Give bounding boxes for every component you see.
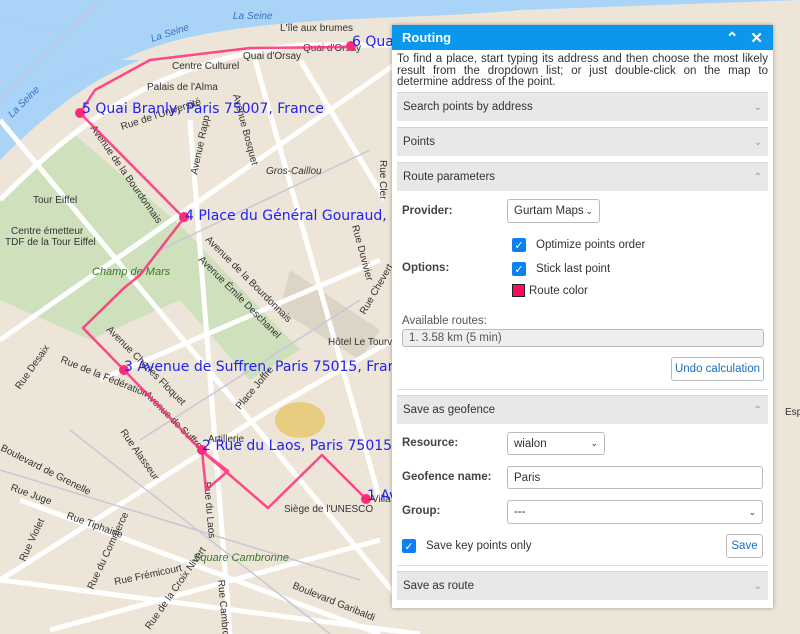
section-save-as-route[interactable]: Save as route ⌄ <box>397 571 768 600</box>
undo-calculation-button[interactable]: Undo calculation <box>671 357 764 381</box>
group-label: Group: <box>402 505 441 517</box>
section-save-as-geofence[interactable]: Save as geofence ⌃ <box>397 395 768 424</box>
save-key-points-checkbox[interactable]: ✓ Save key points only <box>402 539 531 553</box>
checkbox-label: Save key points only <box>426 540 532 552</box>
available-route-item[interactable]: 1. 3.58 km (5 min) <box>402 329 764 347</box>
map-label: Palais de l'Alma <box>147 82 218 93</box>
section-label: Search points by address <box>403 101 533 113</box>
route-color-picker[interactable]: Route color <box>512 284 588 297</box>
stick-last-point-checkbox[interactable]: ✓ Stick last point <box>512 262 610 276</box>
optimize-points-checkbox[interactable]: ✓ Optimize points order <box>512 238 645 252</box>
section-points[interactable]: Points ⌄ <box>397 127 768 156</box>
color-swatch[interactable] <box>512 284 525 297</box>
section-route-parameters[interactable]: Route parameters ⌃ <box>397 162 768 191</box>
chevron-up-icon: ⌃ <box>753 171 762 183</box>
chevron-down-icon: ⌄ <box>748 506 756 517</box>
available-route-text: 1. 3.58 km (5 min) <box>409 332 502 344</box>
map-label: Square Cambronne <box>193 552 289 564</box>
resource-select[interactable]: wialon ⌄ <box>507 432 605 455</box>
map-label: TDF de la Tour Eiffel <box>5 237 96 248</box>
checkbox-checked-icon: ✓ <box>512 238 526 252</box>
map-label: L'île aux brumes <box>280 23 353 34</box>
route-point-label: 3 Avenue de Suffren, Paris 75015, France <box>124 359 413 375</box>
resource-label: Resource: <box>402 437 459 449</box>
section-label: Points <box>403 136 435 148</box>
group-value: --- <box>514 506 526 518</box>
panel-title: Routing <box>402 30 452 45</box>
section-search-points[interactable]: Search points by address ⌄ <box>397 92 768 121</box>
checkbox-checked-icon: ✓ <box>512 262 526 276</box>
map-label: Siège de l'UNESCO <box>284 504 373 515</box>
checkbox-label: Stick last point <box>536 263 611 275</box>
section-label: Save as geofence <box>403 404 496 416</box>
route-point-label: 2 Rue du Laos, Paris 75015 <box>202 438 392 454</box>
chevron-down-icon: ⌄ <box>590 438 598 448</box>
geofence-name-label: Geofence name: <box>402 471 492 483</box>
options-label: Options: <box>402 262 450 274</box>
chevron-down-icon: ⌄ <box>753 136 762 148</box>
collapse-icon[interactable]: ⌃ <box>726 29 739 47</box>
geofence-name-input[interactable]: Paris <box>507 466 763 489</box>
close-icon[interactable]: ✕ <box>750 29 763 47</box>
section-label: Route parameters <box>403 171 496 183</box>
save-button[interactable]: Save <box>726 534 763 558</box>
map-label: Champ de Mars <box>92 266 171 278</box>
map-label: Rue Cler <box>377 160 388 200</box>
provider-select[interactable]: Gurtam Maps ⌄ <box>507 199 600 223</box>
chevron-up-icon: ⌃ <box>753 404 762 416</box>
available-routes-label: Available routes: <box>402 315 487 327</box>
checkbox-checked-icon: ✓ <box>402 539 416 553</box>
provider-value: Gurtam Maps <box>514 205 584 217</box>
map-label: Centre émetteur <box>11 226 84 237</box>
group-select[interactable]: --- ⌄ <box>507 500 763 524</box>
panel-header: Routing ⌃ ✕ <box>392 25 773 50</box>
map-label: Centre Culturel <box>172 61 239 72</box>
map-label: Gros-Caillou <box>266 166 322 177</box>
route-color-label: Route color <box>529 284 588 297</box>
checkbox-label: Optimize points order <box>536 239 646 251</box>
chevron-down-icon: ⌄ <box>585 205 593 216</box>
chevron-down-icon: ⌄ <box>753 101 762 113</box>
map-label: Esp <box>785 407 800 418</box>
map-label: Quai d'Orsay <box>243 51 301 62</box>
divider <box>397 565 768 566</box>
map-label: La Seine <box>233 11 273 22</box>
divider <box>397 389 768 390</box>
chevron-down-icon: ⌄ <box>753 580 762 592</box>
resource-value: wialon <box>514 437 547 450</box>
geofence-name-value: Paris <box>514 471 541 484</box>
section-label: Save as route <box>403 580 474 592</box>
map-label: Tour Eiffel <box>33 195 77 206</box>
routing-panel: Routing ⌃ ✕ To find a place, start typin… <box>392 25 773 608</box>
provider-label: Provider: <box>402 205 453 217</box>
route-point-label: 5 Quai Branly, Paris 75007, France <box>82 101 324 117</box>
